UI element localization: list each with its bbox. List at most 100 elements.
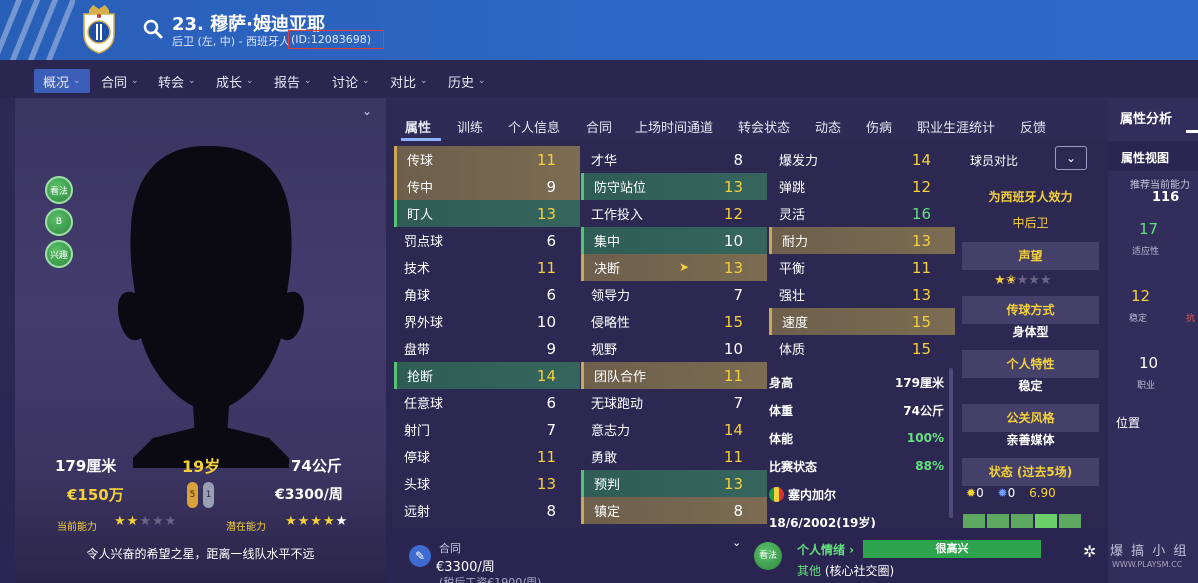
attribute-row[interactable]: 角球 6 bbox=[394, 281, 580, 308]
attribute-row[interactable]: 远射 8 bbox=[394, 497, 580, 524]
compare-dropdown[interactable]: ⌄ bbox=[1055, 146, 1087, 170]
nav-overview[interactable]: 概况 ⌄ bbox=[34, 69, 90, 93]
form-stats: ✹0 ✹0 6.90 bbox=[966, 486, 1056, 500]
scrollbar[interactable] bbox=[949, 368, 953, 518]
attribute-row[interactable]: 团队合作 11 bbox=[581, 362, 767, 389]
tab-transfer-status[interactable]: 转会状态 bbox=[738, 117, 790, 136]
attribute-name: 抢断 bbox=[407, 370, 434, 385]
chevron-down-icon: ⌄ bbox=[362, 76, 370, 86]
attribute-row[interactable]: 爆发力 14 bbox=[769, 146, 955, 173]
attribute-row[interactable]: 强壮 13 bbox=[769, 281, 955, 308]
search-icon[interactable] bbox=[142, 18, 164, 40]
attribute-row[interactable]: 平衡 11 bbox=[769, 254, 955, 281]
attribute-value: 9 bbox=[546, 178, 556, 196]
chevron-down-icon: ⌄ bbox=[420, 76, 428, 86]
attribute-row[interactable]: 界外球 10 bbox=[394, 308, 580, 335]
nav-development[interactable]: 成长 ⌄ bbox=[207, 69, 263, 93]
attribute-row[interactable]: 才华 8 bbox=[581, 146, 767, 173]
nav-history[interactable]: 历史 ⌄ bbox=[439, 69, 495, 93]
attribute-row[interactable]: 盯人 13 bbox=[394, 200, 580, 227]
tab-indicator bbox=[1186, 130, 1198, 133]
attribute-row[interactable]: 射门 7 bbox=[394, 416, 580, 443]
compare-label: 球员对比 bbox=[970, 154, 1019, 168]
attribute-row[interactable]: 侵略性 15 bbox=[581, 308, 767, 335]
attribute-row[interactable]: 意志力 14 bbox=[581, 416, 767, 443]
attribute-row[interactable]: 任意球 6 bbox=[394, 389, 580, 416]
form-match-bar bbox=[987, 514, 1009, 528]
attribute-row[interactable]: 灵活 16 bbox=[769, 200, 955, 227]
tab-injuries[interactable]: 伤病 bbox=[866, 117, 892, 136]
attribute-row[interactable]: 镇定 8 bbox=[581, 497, 767, 524]
attribute-value: 7 bbox=[733, 286, 743, 304]
attribute-row[interactable]: 抢断 14 bbox=[394, 362, 580, 389]
attribute-value: 14 bbox=[536, 367, 556, 385]
tab-contract[interactable]: 合同 bbox=[586, 117, 612, 136]
attribute-value: 8 bbox=[546, 502, 556, 520]
attribute-value: 8 bbox=[733, 151, 743, 169]
attribute-name: 耐力 bbox=[782, 235, 809, 250]
analysis-title: 属性分析 bbox=[1120, 112, 1173, 127]
attribute-value: 7 bbox=[546, 421, 556, 439]
gear-icon[interactable]: ✲ bbox=[1083, 542, 1096, 561]
attribute-row[interactable]: 决断 ➤ 13 bbox=[581, 254, 767, 281]
tab-career-stats[interactable]: 职业生涯统计 bbox=[917, 117, 995, 136]
attribute-value: 10 bbox=[723, 232, 743, 250]
status-strip: ✎ 合同 €3300/周 (税后工资€1900/周) ⌄ 看法 个人情绪 › 很… bbox=[393, 528, 1108, 583]
chevron-down-icon: ⌄ bbox=[73, 76, 81, 86]
attribute-value: 11 bbox=[536, 448, 556, 466]
attribute-value: 11 bbox=[723, 448, 743, 466]
attribute-row[interactable]: 盘带 9 bbox=[394, 335, 580, 362]
interest-badge[interactable]: 兴趣 bbox=[45, 240, 73, 268]
attribute-view-tab[interactable]: 属性视图 bbox=[1108, 141, 1198, 171]
attribute-row[interactable]: 领导力 7 bbox=[581, 281, 767, 308]
nav-discuss[interactable]: 讨论 ⌄ bbox=[323, 69, 379, 93]
nav-contract[interactable]: 合同 ⌄ bbox=[92, 69, 148, 93]
attributes-panel: 属性 训练 个人信息 合同 上场时间通道 转会状态 动态 伤病 职业生涯统计 反… bbox=[393, 98, 1108, 583]
attribute-row[interactable]: 技术 11 bbox=[394, 254, 580, 281]
opinion-badge[interactable]: 看法 bbox=[45, 176, 73, 204]
attribute-row[interactable]: 耐力 13 bbox=[769, 227, 955, 254]
chevron-down-icon[interactable]: ⌄ bbox=[362, 104, 372, 118]
attribute-row[interactable]: 头球 13 bbox=[394, 470, 580, 497]
nav-label: 报告 bbox=[274, 75, 301, 91]
attribute-row[interactable]: 预判 13 bbox=[581, 470, 767, 497]
chevron-down-icon: ⌄ bbox=[131, 76, 139, 86]
attribute-row[interactable]: 视野 10 bbox=[581, 335, 767, 362]
tab-training[interactable]: 训练 bbox=[457, 117, 483, 136]
attribute-row[interactable]: 停球 11 bbox=[394, 443, 580, 470]
tab-feedback[interactable]: 反馈 bbox=[1020, 117, 1046, 136]
attribute-row[interactable]: 弹跳 12 bbox=[769, 173, 955, 200]
attribute-row[interactable]: 工作投入 12 bbox=[581, 200, 767, 227]
current-ability-stars: ★★★★★ bbox=[114, 514, 178, 529]
tab-playing-time[interactable]: 上场时间通道 bbox=[635, 117, 713, 136]
passing-style-label: 传球方式 bbox=[962, 296, 1099, 324]
attribute-row[interactable]: 勇敢 11 bbox=[581, 443, 767, 470]
nav-compare[interactable]: 对比 ⌄ bbox=[381, 69, 437, 93]
opinion-badge[interactable]: 看法 bbox=[754, 542, 782, 570]
chevron-down-icon[interactable]: ⌄ bbox=[732, 536, 741, 549]
nav-transfer[interactable]: 转会 ⌄ bbox=[149, 69, 205, 93]
reputation-stars: ★✬★★★ bbox=[994, 273, 1052, 288]
tab-attributes[interactable]: 属性 bbox=[405, 117, 431, 136]
grade-badge[interactable]: B bbox=[45, 208, 73, 236]
attribute-name: 强壮 bbox=[779, 289, 806, 304]
attribute-row[interactable]: 速度 15 bbox=[769, 308, 955, 335]
attribute-row[interactable]: 罚点球 6 bbox=[394, 227, 580, 254]
player-id: (ID:12083698) bbox=[288, 30, 384, 49]
attribute-name: 盯人 bbox=[407, 208, 434, 223]
tab-personal[interactable]: 个人信息 bbox=[508, 117, 560, 136]
height: 179厘米 bbox=[55, 457, 117, 475]
player-header: 23. 穆萨·姆迪亚耶 后卫 (左, 中) - 西班牙人 (ID:1208369… bbox=[0, 0, 1198, 60]
attribute-row[interactable]: 体质 15 bbox=[769, 335, 955, 362]
attribute-row[interactable]: 集中 10 bbox=[581, 227, 767, 254]
club-crest-icon[interactable] bbox=[80, 4, 118, 54]
mood-label[interactable]: 个人情绪 › bbox=[797, 541, 854, 558]
attribute-row[interactable]: 传球 11 bbox=[394, 146, 580, 173]
attribute-row[interactable]: 无球跑动 7 bbox=[581, 389, 767, 416]
tab-news[interactable]: 动态 bbox=[815, 117, 841, 136]
reputation-label: 声望 bbox=[962, 242, 1099, 270]
consistency-label: 稳定 bbox=[1129, 314, 1148, 324]
nav-reports[interactable]: 报告 ⌄ bbox=[265, 69, 321, 93]
attribute-row[interactable]: 防守站位 13 bbox=[581, 173, 767, 200]
attribute-row[interactable]: 传中 9 bbox=[394, 173, 580, 200]
